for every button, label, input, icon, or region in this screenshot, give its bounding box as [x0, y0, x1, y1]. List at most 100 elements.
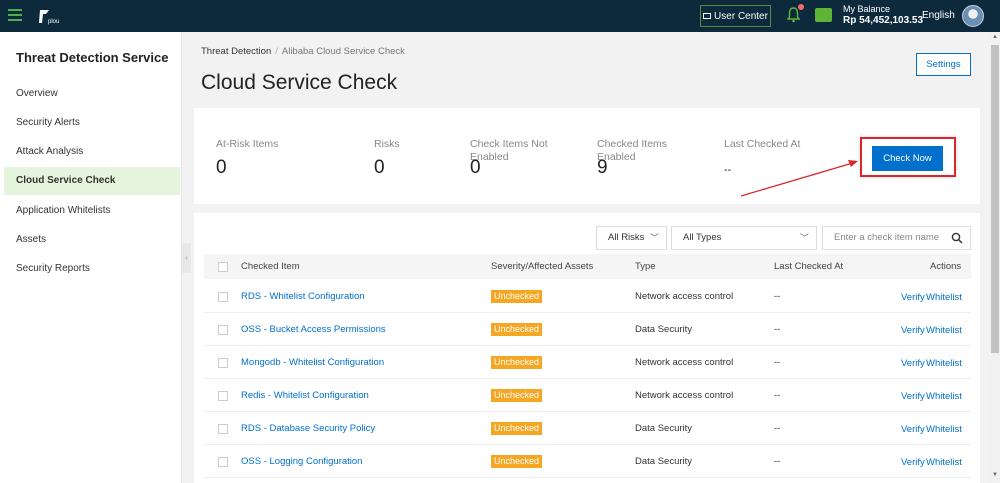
stat-label: Check Items Not Enabled — [470, 138, 548, 163]
search-icon[interactable] — [951, 232, 963, 244]
row-checkbox[interactable] — [218, 391, 228, 401]
status-badge: Unchecked — [491, 290, 543, 303]
risk-filter-value: All Risks — [608, 232, 645, 243]
balance-label: My Balance — [843, 4, 891, 14]
balance-value: Rp 54,452,103.53 — [843, 15, 924, 26]
check-item-link[interactable]: OSS - Logging Configuration — [241, 456, 362, 468]
menu-icon[interactable] — [8, 9, 22, 21]
user-center-button[interactable]: User Center — [700, 5, 771, 27]
stat-items-not-enabled: Check Items Not Enabled 0 — [470, 138, 560, 178]
whitelist-link[interactable]: Whitelist — [926, 325, 962, 337]
status-badge: Unchecked — [491, 422, 543, 435]
status-badge: Unchecked — [491, 455, 543, 468]
stat-label: Checked Items Enabled — [597, 138, 668, 163]
column-header: Last Checked At — [774, 261, 844, 272]
sidebar-item-attack-analysis[interactable]: Attack Analysis — [4, 138, 180, 166]
svg-text:plou: plou — [48, 19, 59, 25]
row-checkbox[interactable] — [218, 292, 228, 302]
status-badge: Unchecked — [491, 356, 543, 369]
check-item-link[interactable]: OSS - Bucket Access Permissions — [241, 324, 386, 336]
whitelist-link[interactable]: Whitelist — [926, 457, 962, 469]
risk-filter-select[interactable]: All Risks ﹀ — [596, 226, 667, 250]
verify-link[interactable]: Verify — [901, 457, 925, 469]
verify-link[interactable]: Verify — [901, 424, 925, 436]
avatar[interactable] — [962, 5, 984, 27]
bell-icon[interactable] — [787, 7, 800, 23]
type-cell: Data Security — [635, 423, 693, 434]
scroll-up-icon[interactable]: ▲ — [992, 34, 998, 40]
row-checkbox[interactable] — [218, 358, 228, 368]
language-selector[interactable]: English — [922, 10, 955, 21]
breadcrumb-current: Alibaba Cloud Service Check — [281, 46, 405, 57]
breadcrumb-root[interactable]: Threat Detection — [201, 46, 271, 57]
select-all-checkbox[interactable] — [218, 262, 228, 272]
column-header: Actions — [930, 261, 962, 272]
type-cell: Data Security — [635, 324, 693, 335]
whitelist-link[interactable]: Whitelist — [926, 424, 962, 436]
row-checkbox[interactable] — [218, 424, 228, 434]
search-input[interactable]: Enter a check item name — [822, 226, 971, 250]
verify-link[interactable]: Verify — [901, 391, 925, 403]
notification-badge — [798, 4, 804, 10]
check-item-link[interactable]: RDS - Database Security Policy — [241, 423, 375, 435]
column-header: Severity/Affected Assets — [491, 261, 594, 272]
stat-risks: Risks 0 — [374, 138, 469, 178]
column-header: Checked Item — [241, 261, 300, 272]
breadcrumb-separator: / — [275, 46, 278, 57]
annotation-highlight-box — [860, 137, 956, 177]
chevron-down-icon: ﹀ — [649, 233, 659, 243]
verify-link[interactable]: Verify — [901, 358, 925, 370]
logo-icon[interactable]: plou — [36, 7, 62, 25]
settings-button[interactable]: Settings — [916, 53, 971, 76]
whitelist-link[interactable]: Whitelist — [926, 358, 962, 370]
stat-last-checked: Last Checked At -- — [724, 138, 819, 176]
whitelist-link[interactable]: Whitelist — [926, 391, 962, 403]
sidebar-item-cloud-service-check[interactable]: Cloud Service Check — [4, 167, 180, 195]
scrollbar[interactable]: ▲ ▼ — [990, 32, 1000, 483]
stat-value: -- — [724, 164, 732, 176]
last-checked-cell: -- — [774, 390, 781, 401]
sidebar-collapse-handle[interactable]: ‹ — [182, 243, 191, 273]
row-checkbox[interactable] — [218, 457, 228, 467]
last-checked-cell: -- — [774, 291, 781, 302]
last-checked-cell: -- — [774, 324, 781, 335]
top-bar: plou User Center My Balance Rp 54,452,10… — [0, 0, 1000, 32]
monitor-icon — [703, 13, 712, 19]
table-header: Checked Item Severity/Affected Assets Ty… — [204, 254, 971, 279]
stat-label: Last Checked At — [724, 138, 801, 150]
scroll-down-icon[interactable]: ▼ — [992, 472, 998, 478]
type-filter-select[interactable]: All Types ﹀ — [671, 226, 817, 250]
stat-value: 0 — [374, 157, 385, 178]
last-checked-cell: -- — [774, 456, 781, 467]
sidebar-item-security-reports[interactable]: Security Reports — [4, 255, 180, 283]
verify-link[interactable]: Verify — [901, 325, 925, 337]
verify-link[interactable]: Verify — [901, 292, 925, 304]
check-item-link[interactable]: Redis - Whitelist Configuration — [241, 390, 369, 402]
sidebar-item-overview[interactable]: Overview — [4, 80, 180, 108]
user-center-label: User Center — [714, 10, 768, 22]
column-header: Type — [635, 261, 656, 272]
check-item-link[interactable]: Mongodb - Whitelist Configuration — [241, 357, 384, 369]
row-checkbox[interactable] — [218, 325, 228, 335]
whitelist-link[interactable]: Whitelist — [926, 292, 962, 304]
chevron-down-icon: ﹀ — [799, 233, 809, 243]
sidebar-item-security-alerts[interactable]: Security Alerts — [4, 109, 180, 137]
sidebar-item-assets[interactable]: Assets — [4, 226, 180, 254]
status-badge: Unchecked — [491, 323, 543, 336]
balance-display[interactable]: My Balance Rp 54,452,103.53 — [843, 4, 923, 26]
type-cell: Network access control — [635, 357, 734, 368]
type-cell: Network access control — [635, 291, 734, 302]
stat-value: 0 — [216, 157, 227, 178]
stat-label: Risks — [374, 138, 400, 150]
scrollbar-thumb[interactable] — [991, 45, 999, 353]
page-title: Cloud Service Check — [201, 71, 398, 94]
search-placeholder: Enter a check item name — [834, 232, 940, 243]
wallet-icon[interactable] — [815, 8, 832, 22]
stat-value: 9 — [597, 157, 608, 178]
sidebar-item-application-whitelists[interactable]: Application Whitelists — [4, 197, 180, 225]
type-filter-value: All Types — [683, 232, 722, 243]
type-cell: Network access control — [635, 390, 734, 401]
sidebar-title: Threat Detection Service — [16, 50, 169, 65]
check-item-link[interactable]: RDS - Whitelist Configuration — [241, 291, 365, 303]
stat-at-risk-items: At-Risk Items 0 — [216, 138, 311, 178]
